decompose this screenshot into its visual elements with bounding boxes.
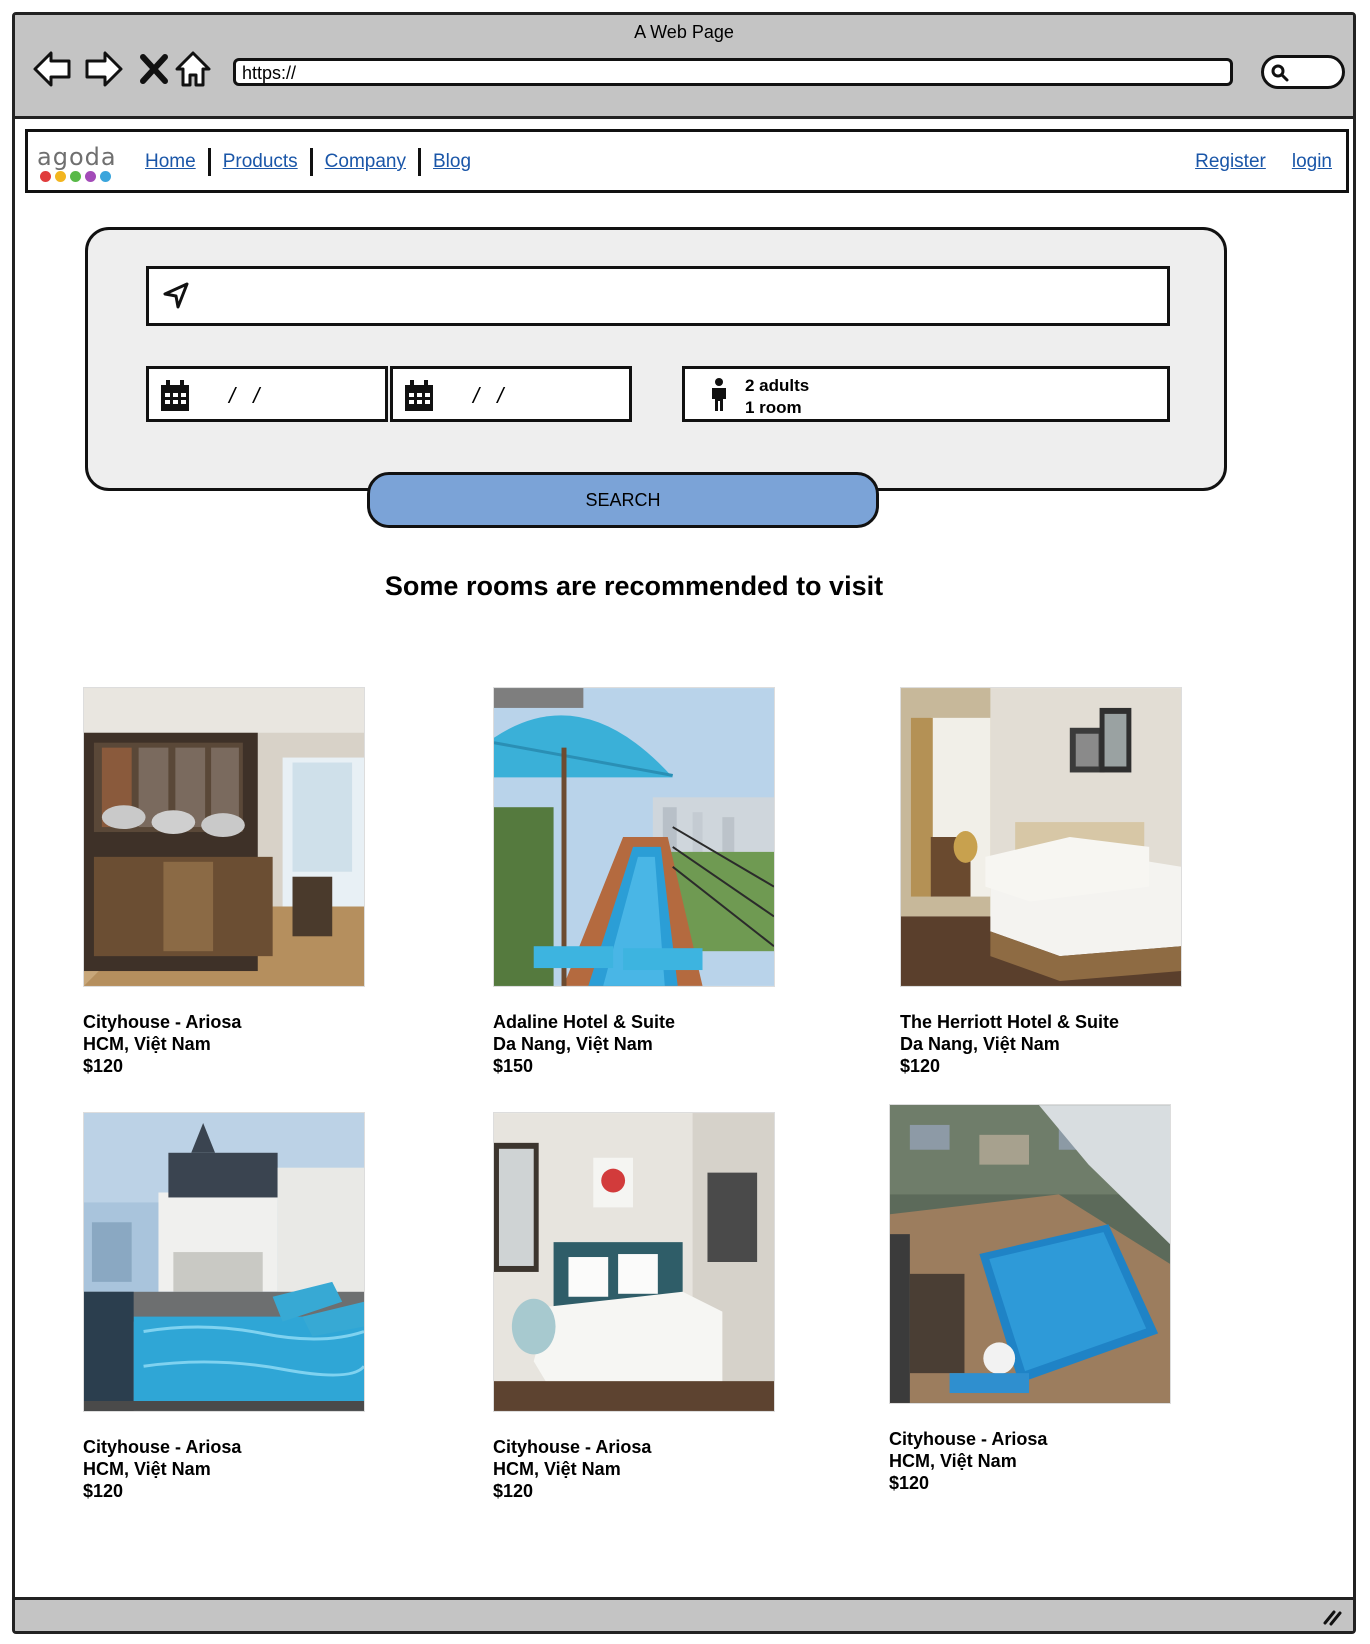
- nav-divider: [418, 148, 421, 176]
- search-button[interactable]: SEARCH: [367, 472, 879, 528]
- hotel-location: Da Nang, Việt Nam: [900, 1034, 1060, 1054]
- resize-grip-icon[interactable]: [1321, 1606, 1343, 1626]
- hotel-price: $150: [493, 1056, 534, 1076]
- logo-text: agoda: [37, 143, 117, 171]
- section-title: Some rooms are recommended to visit: [384, 571, 884, 601]
- hotel-info: The Herriott Hotel & Suite Da Nang, Việt…: [900, 1011, 1182, 1077]
- nav-links: Home Products Company Blog: [145, 148, 471, 176]
- site-navbar: agoda Home Products Company Blog Registe…: [25, 129, 1349, 193]
- logo-dot: [40, 171, 51, 182]
- url-bar[interactable]: https://: [233, 58, 1233, 86]
- browser-chrome: A Web Page https://: [15, 15, 1353, 119]
- hotel-card[interactable]: Cityhouse - Ariosa HCM, Việt Nam $120: [889, 1104, 1171, 1494]
- nav-divider: [309, 148, 313, 176]
- auth-links: Register login: [1195, 151, 1332, 173]
- login-link[interactable]: login: [1292, 151, 1332, 173]
- location-input[interactable]: [146, 266, 1170, 326]
- hotel-price: $120: [900, 1056, 941, 1076]
- person-icon: [712, 378, 726, 411]
- logo-dot: [70, 171, 81, 182]
- hotel-info: Adaline Hotel & Suite Da Nang, Việt Nam …: [493, 1011, 775, 1077]
- nav-link-home[interactable]: Home: [145, 151, 196, 173]
- hotel-photo[interactable]: [493, 1112, 775, 1412]
- back-arrow-icon[interactable]: [31, 47, 75, 91]
- hotel-price: $120: [493, 1481, 534, 1501]
- calendar-icon: [405, 380, 433, 411]
- guests-selector[interactable]: 2 adults 1 room: [682, 366, 1170, 422]
- hotel-photo[interactable]: [900, 687, 1182, 987]
- nav-link-blog[interactable]: Blog: [433, 151, 471, 173]
- hotel-info: Cityhouse - Ariosa HCM, Việt Nam $120: [493, 1436, 775, 1502]
- nav-link-company[interactable]: Company: [325, 151, 406, 173]
- hotel-card[interactable]: Cityhouse - Ariosa HCM, Việt Nam $120: [493, 1112, 775, 1502]
- search-panel: / / / / 2 adults 1 room: [85, 227, 1227, 491]
- browser-search-field[interactable]: [1261, 55, 1345, 89]
- checkout-date-value: / /: [473, 383, 510, 408]
- hotel-info: Cityhouse - Ariosa HCM, Việt Nam $120: [83, 1011, 365, 1077]
- home-icon[interactable]: [171, 47, 215, 91]
- nav-link-products[interactable]: Products: [223, 151, 298, 173]
- checkin-date-value: / /: [229, 383, 266, 408]
- hotel-card[interactable]: The Herriott Hotel & Suite Da Nang, Việt…: [900, 687, 1182, 1077]
- hotel-name: Cityhouse - Ariosa: [889, 1429, 1048, 1449]
- checkout-date-field[interactable]: / /: [390, 366, 632, 422]
- hotel-photo[interactable]: [889, 1104, 1171, 1404]
- hotel-location: HCM, Việt Nam: [83, 1034, 211, 1054]
- logo-dots: [40, 171, 117, 182]
- hotel-name: Cityhouse - Ariosa: [493, 1437, 652, 1457]
- logo-dot: [100, 171, 111, 182]
- hotel-photo[interactable]: [493, 687, 775, 987]
- guests-summary: 2 adults 1 room: [745, 375, 809, 419]
- hotel-name: Adaline Hotel & Suite: [493, 1012, 676, 1032]
- calendar-icon: [161, 380, 189, 411]
- logo-dot: [85, 171, 96, 182]
- hotel-name: The Herriott Hotel & Suite: [900, 1012, 1120, 1032]
- hotel-location: Da Nang, Việt Nam: [493, 1034, 653, 1054]
- hotel-name: Cityhouse - Ariosa: [83, 1437, 242, 1457]
- hotel-card[interactable]: Adaline Hotel & Suite Da Nang, Việt Nam …: [493, 687, 775, 1077]
- navigation-arrow-icon: [163, 282, 189, 309]
- logo-dot: [55, 171, 66, 182]
- guests-adults: 2 adults: [745, 376, 810, 395]
- nav-divider: [207, 148, 211, 176]
- agoda-logo[interactable]: agoda: [37, 145, 117, 185]
- hotel-card[interactable]: Cityhouse - Ariosa HCM, Việt Nam $120: [83, 1112, 365, 1502]
- hotel-location: HCM, Việt Nam: [493, 1459, 621, 1479]
- browser-status-bar: [15, 1597, 1353, 1631]
- window-title: A Web Page: [634, 22, 734, 42]
- register-link[interactable]: Register: [1195, 151, 1266, 173]
- search-icon: [1271, 64, 1289, 82]
- hotel-price: $120: [889, 1473, 930, 1493]
- hotel-info: Cityhouse - Ariosa HCM, Việt Nam $120: [83, 1436, 365, 1502]
- hotel-photo[interactable]: [83, 687, 365, 987]
- hotel-photo[interactable]: [83, 1112, 365, 1412]
- hotel-price: $120: [83, 1481, 124, 1501]
- forward-arrow-icon[interactable]: [81, 47, 125, 91]
- hotel-location: HCM, Việt Nam: [889, 1451, 1017, 1471]
- hotel-name: Cityhouse - Ariosa: [83, 1012, 242, 1032]
- checkin-date-field[interactable]: / /: [146, 366, 388, 422]
- browser-window: A Web Page https:// agoda Home Products …: [12, 12, 1356, 1634]
- hotel-card[interactable]: Cityhouse - Ariosa HCM, Việt Nam $120: [83, 687, 365, 1077]
- hotel-info: Cityhouse - Ariosa HCM, Việt Nam $120: [889, 1428, 1171, 1494]
- hotel-location: HCM, Việt Nam: [83, 1459, 211, 1479]
- hotel-price: $120: [83, 1056, 124, 1076]
- guests-rooms: 1 room: [745, 398, 802, 417]
